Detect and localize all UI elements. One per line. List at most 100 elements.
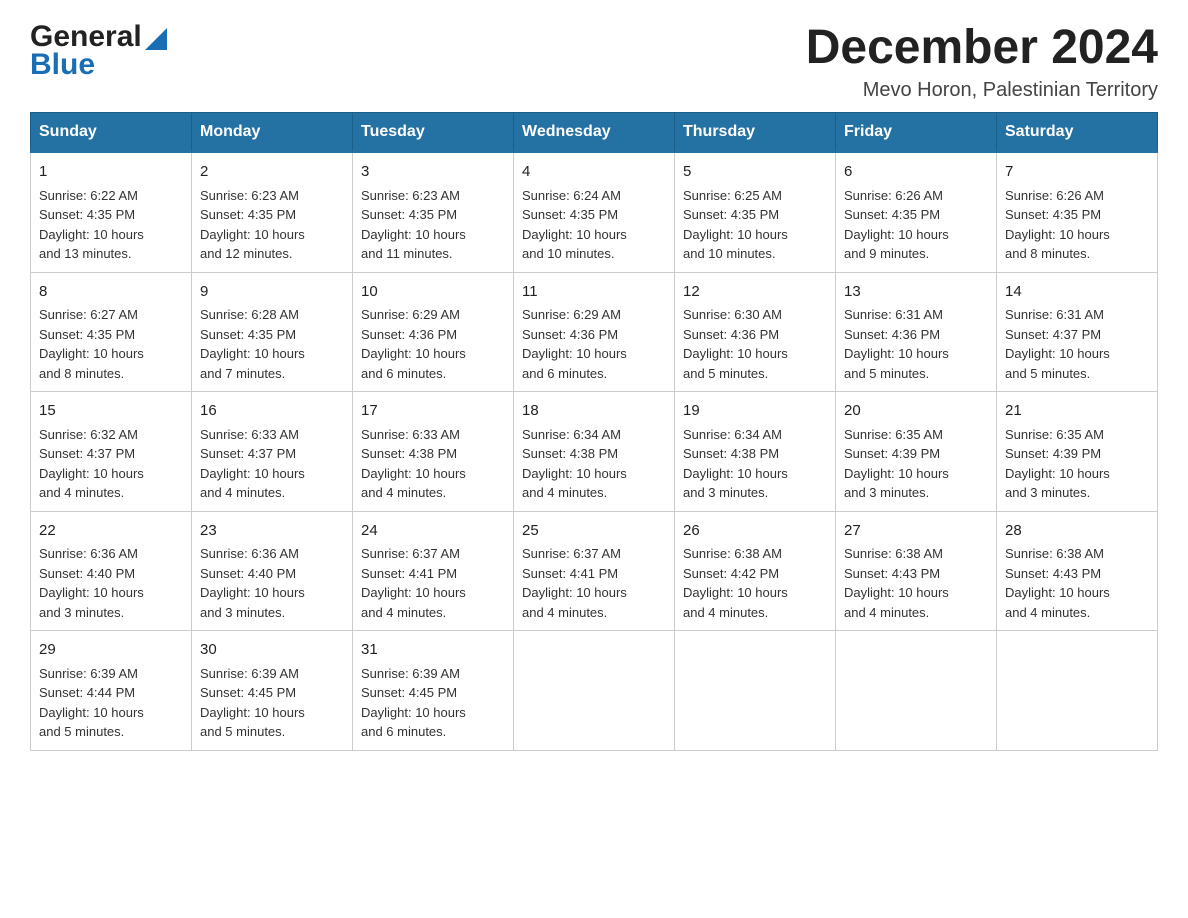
day-number: 23	[200, 520, 344, 543]
day-number: 31	[361, 639, 505, 662]
page-header: General Blue December 2024 Mevo Horon, P…	[30, 20, 1158, 102]
calendar-cell: 23 Sunrise: 6:36 AMSunset: 4:40 PMDaylig…	[192, 511, 353, 631]
day-info: Sunrise: 6:26 AMSunset: 4:35 PMDaylight:…	[1005, 188, 1110, 262]
calendar-cell: 11 Sunrise: 6:29 AMSunset: 4:36 PMDaylig…	[514, 272, 675, 392]
day-number: 18	[522, 400, 666, 423]
day-info: Sunrise: 6:22 AMSunset: 4:35 PMDaylight:…	[39, 188, 144, 262]
day-info: Sunrise: 6:29 AMSunset: 4:36 PMDaylight:…	[522, 307, 627, 381]
day-number: 29	[39, 639, 183, 662]
calendar-cell: 13 Sunrise: 6:31 AMSunset: 4:36 PMDaylig…	[836, 272, 997, 392]
calendar-cell: 19 Sunrise: 6:34 AMSunset: 4:38 PMDaylig…	[675, 392, 836, 512]
day-number: 27	[844, 520, 988, 543]
calendar-table: Sunday Monday Tuesday Wednesday Thursday…	[30, 112, 1158, 751]
day-info: Sunrise: 6:36 AMSunset: 4:40 PMDaylight:…	[200, 546, 305, 620]
day-number: 1	[39, 161, 183, 184]
calendar-cell: 6 Sunrise: 6:26 AMSunset: 4:35 PMDayligh…	[836, 152, 997, 272]
day-number: 9	[200, 281, 344, 304]
calendar-header-row: Sunday Monday Tuesday Wednesday Thursday…	[31, 113, 1158, 153]
col-sunday: Sunday	[31, 113, 192, 153]
calendar-cell	[836, 631, 997, 751]
calendar-cell	[514, 631, 675, 751]
calendar-cell: 1 Sunrise: 6:22 AMSunset: 4:35 PMDayligh…	[31, 152, 192, 272]
calendar-cell: 18 Sunrise: 6:34 AMSunset: 4:38 PMDaylig…	[514, 392, 675, 512]
calendar-cell: 27 Sunrise: 6:38 AMSunset: 4:43 PMDaylig…	[836, 511, 997, 631]
day-number: 5	[683, 161, 827, 184]
calendar-cell: 8 Sunrise: 6:27 AMSunset: 4:35 PMDayligh…	[31, 272, 192, 392]
day-info: Sunrise: 6:24 AMSunset: 4:35 PMDaylight:…	[522, 188, 627, 262]
calendar-cell: 4 Sunrise: 6:24 AMSunset: 4:35 PMDayligh…	[514, 152, 675, 272]
day-info: Sunrise: 6:30 AMSunset: 4:36 PMDaylight:…	[683, 307, 788, 381]
calendar-week-4: 22 Sunrise: 6:36 AMSunset: 4:40 PMDaylig…	[31, 511, 1158, 631]
day-number: 11	[522, 281, 666, 304]
day-number: 14	[1005, 281, 1149, 304]
calendar-cell: 24 Sunrise: 6:37 AMSunset: 4:41 PMDaylig…	[353, 511, 514, 631]
calendar-cell: 30 Sunrise: 6:39 AMSunset: 4:45 PMDaylig…	[192, 631, 353, 751]
calendar-cell: 12 Sunrise: 6:30 AMSunset: 4:36 PMDaylig…	[675, 272, 836, 392]
calendar-cell: 20 Sunrise: 6:35 AMSunset: 4:39 PMDaylig…	[836, 392, 997, 512]
day-info: Sunrise: 6:39 AMSunset: 4:45 PMDaylight:…	[361, 666, 466, 740]
day-number: 6	[844, 161, 988, 184]
calendar-week-3: 15 Sunrise: 6:32 AMSunset: 4:37 PMDaylig…	[31, 392, 1158, 512]
day-info: Sunrise: 6:25 AMSunset: 4:35 PMDaylight:…	[683, 188, 788, 262]
day-number: 22	[39, 520, 183, 543]
day-number: 15	[39, 400, 183, 423]
logo-blue-text: Blue	[30, 48, 95, 82]
logo: General Blue	[30, 20, 167, 82]
day-info: Sunrise: 6:37 AMSunset: 4:41 PMDaylight:…	[522, 546, 627, 620]
calendar-cell: 9 Sunrise: 6:28 AMSunset: 4:35 PMDayligh…	[192, 272, 353, 392]
calendar-cell: 14 Sunrise: 6:31 AMSunset: 4:37 PMDaylig…	[997, 272, 1158, 392]
calendar-cell: 25 Sunrise: 6:37 AMSunset: 4:41 PMDaylig…	[514, 511, 675, 631]
day-info: Sunrise: 6:38 AMSunset: 4:43 PMDaylight:…	[1005, 546, 1110, 620]
col-tuesday: Tuesday	[353, 113, 514, 153]
day-number: 21	[1005, 400, 1149, 423]
calendar-week-1: 1 Sunrise: 6:22 AMSunset: 4:35 PMDayligh…	[31, 152, 1158, 272]
day-info: Sunrise: 6:34 AMSunset: 4:38 PMDaylight:…	[683, 427, 788, 501]
calendar-cell: 31 Sunrise: 6:39 AMSunset: 4:45 PMDaylig…	[353, 631, 514, 751]
day-number: 10	[361, 281, 505, 304]
day-info: Sunrise: 6:35 AMSunset: 4:39 PMDaylight:…	[1005, 427, 1110, 501]
logo-triangle-icon	[145, 28, 167, 50]
day-info: Sunrise: 6:36 AMSunset: 4:40 PMDaylight:…	[39, 546, 144, 620]
calendar-cell: 3 Sunrise: 6:23 AMSunset: 4:35 PMDayligh…	[353, 152, 514, 272]
col-saturday: Saturday	[997, 113, 1158, 153]
day-info: Sunrise: 6:29 AMSunset: 4:36 PMDaylight:…	[361, 307, 466, 381]
col-monday: Monday	[192, 113, 353, 153]
day-info: Sunrise: 6:28 AMSunset: 4:35 PMDaylight:…	[200, 307, 305, 381]
day-number: 13	[844, 281, 988, 304]
day-number: 17	[361, 400, 505, 423]
day-number: 28	[1005, 520, 1149, 543]
day-info: Sunrise: 6:33 AMSunset: 4:37 PMDaylight:…	[200, 427, 305, 501]
day-info: Sunrise: 6:23 AMSunset: 4:35 PMDaylight:…	[200, 188, 305, 262]
calendar-cell: 7 Sunrise: 6:26 AMSunset: 4:35 PMDayligh…	[997, 152, 1158, 272]
calendar-week-5: 29 Sunrise: 6:39 AMSunset: 4:44 PMDaylig…	[31, 631, 1158, 751]
day-number: 4	[522, 161, 666, 184]
calendar-cell	[675, 631, 836, 751]
calendar-cell: 26 Sunrise: 6:38 AMSunset: 4:42 PMDaylig…	[675, 511, 836, 631]
day-info: Sunrise: 6:39 AMSunset: 4:44 PMDaylight:…	[39, 666, 144, 740]
calendar-cell: 22 Sunrise: 6:36 AMSunset: 4:40 PMDaylig…	[31, 511, 192, 631]
day-info: Sunrise: 6:35 AMSunset: 4:39 PMDaylight:…	[844, 427, 949, 501]
day-number: 19	[683, 400, 827, 423]
day-number: 30	[200, 639, 344, 662]
calendar-week-2: 8 Sunrise: 6:27 AMSunset: 4:35 PMDayligh…	[31, 272, 1158, 392]
day-info: Sunrise: 6:31 AMSunset: 4:36 PMDaylight:…	[844, 307, 949, 381]
calendar-cell: 17 Sunrise: 6:33 AMSunset: 4:38 PMDaylig…	[353, 392, 514, 512]
calendar-cell: 10 Sunrise: 6:29 AMSunset: 4:36 PMDaylig…	[353, 272, 514, 392]
day-number: 25	[522, 520, 666, 543]
day-info: Sunrise: 6:32 AMSunset: 4:37 PMDaylight:…	[39, 427, 144, 501]
calendar-cell: 21 Sunrise: 6:35 AMSunset: 4:39 PMDaylig…	[997, 392, 1158, 512]
day-number: 16	[200, 400, 344, 423]
day-number: 12	[683, 281, 827, 304]
day-number: 7	[1005, 161, 1149, 184]
day-info: Sunrise: 6:27 AMSunset: 4:35 PMDaylight:…	[39, 307, 144, 381]
day-info: Sunrise: 6:39 AMSunset: 4:45 PMDaylight:…	[200, 666, 305, 740]
day-number: 20	[844, 400, 988, 423]
col-friday: Friday	[836, 113, 997, 153]
calendar-cell: 5 Sunrise: 6:25 AMSunset: 4:35 PMDayligh…	[675, 152, 836, 272]
calendar-cell: 28 Sunrise: 6:38 AMSunset: 4:43 PMDaylig…	[997, 511, 1158, 631]
day-info: Sunrise: 6:37 AMSunset: 4:41 PMDaylight:…	[361, 546, 466, 620]
day-info: Sunrise: 6:26 AMSunset: 4:35 PMDaylight:…	[844, 188, 949, 262]
day-number: 24	[361, 520, 505, 543]
day-info: Sunrise: 6:23 AMSunset: 4:35 PMDaylight:…	[361, 188, 466, 262]
calendar-cell	[997, 631, 1158, 751]
